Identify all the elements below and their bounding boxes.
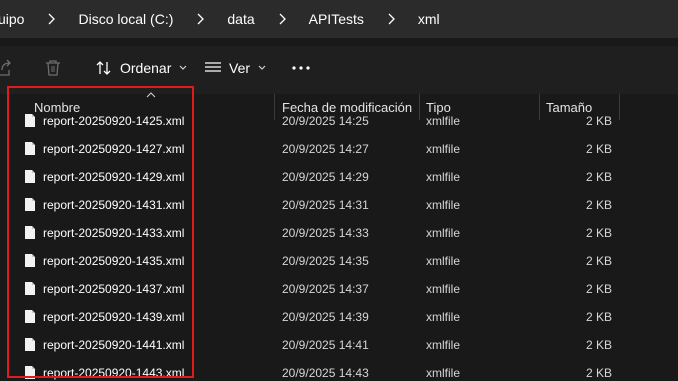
file-type: xmlfile [426,366,461,380]
view-label: Ver [229,60,251,76]
file-name: report-20250920-1437.xml [43,282,185,296]
file-name: report-20250920-1427.xml [43,142,185,156]
file-date: 20/9/2025 14:39 [282,310,369,324]
share-button[interactable] [0,59,12,77]
file-icon [25,198,35,211]
file-size: 2 KB [585,226,612,240]
delete-button[interactable] [45,59,61,77]
file-size: 2 KB [585,310,612,324]
chevron-right-icon[interactable] [46,13,56,25]
file-name: report-20250920-1431.xml [43,198,185,212]
breadcrumb-item-xml[interactable]: xml [416,11,442,27]
file-date: 20/9/2025 14:35 [282,254,369,268]
file-icon [25,338,35,351]
file-icon [25,170,35,183]
more-options-button[interactable] [292,66,310,70]
file-icon [25,142,35,155]
file-date: 20/9/2025 14:25 [282,114,369,128]
sort-ascending-icon [146,92,156,98]
file-row[interactable]: report-20250920-1431.xml 20/9/2025 14:31… [0,192,678,220]
chevron-right-icon[interactable] [386,13,396,25]
file-size: 2 KB [585,114,612,128]
sort-label: Ordenar [120,60,172,76]
file-type: xmlfile [426,310,461,324]
file-row[interactable]: report-20250920-1425.xml 20/9/2025 14:25… [0,110,678,136]
file-name: report-20250920-1441.xml [43,338,185,352]
file-icon [25,114,35,127]
file-type: xmlfile [426,282,461,296]
file-size: 2 KB [585,170,612,184]
file-size: 2 KB [585,198,612,212]
file-row[interactable]: report-20250920-1443.xml 20/9/2025 14:43… [0,360,678,381]
file-type: xmlfile [426,338,461,352]
chevron-down-icon [179,65,187,70]
file-type: xmlfile [426,226,461,240]
file-type: xmlfile [426,254,461,268]
file-date: 20/9/2025 14:41 [282,338,369,352]
file-date: 20/9/2025 14:31 [282,198,369,212]
chevron-right-icon[interactable] [195,13,205,25]
file-row[interactable]: report-20250920-1437.xml 20/9/2025 14:37… [0,276,678,304]
file-date: 20/9/2025 14:27 [282,142,369,156]
breadcrumb: uipo Disco local (C:) data APITests xml [0,0,678,38]
file-name: report-20250920-1435.xml [43,254,185,268]
view-button[interactable]: Ver [204,60,266,76]
file-type: xmlfile [426,170,461,184]
file-name: report-20250920-1429.xml [43,170,185,184]
file-size: 2 KB [585,254,612,268]
breadcrumb-item-disco-local[interactable]: Disco local (C:) [76,11,175,27]
file-list: report-20250920-1425.xml 20/9/2025 14:25… [0,110,678,381]
file-size: 2 KB [585,338,612,352]
file-name: report-20250920-1443.xml [43,366,185,380]
breadcrumb-item-equipo[interactable]: uipo [0,11,26,27]
command-bar: Ordenar Ver [0,46,678,94]
chevron-right-icon[interactable] [277,13,287,25]
file-row[interactable]: report-20250920-1427.xml 20/9/2025 14:27… [0,136,678,164]
file-date: 20/9/2025 14:29 [282,170,369,184]
file-type: xmlfile [426,114,461,128]
file-date: 20/9/2025 14:43 [282,366,369,380]
file-size: 2 KB [585,282,612,296]
file-type: xmlfile [426,142,461,156]
file-name: report-20250920-1425.xml [43,114,185,128]
sort-button[interactable]: Ordenar [96,60,187,76]
share-icon [0,59,11,76]
more-icon [292,66,310,70]
view-icon [205,62,221,72]
file-row[interactable]: report-20250920-1429.xml 20/9/2025 14:29… [0,164,678,192]
file-size: 2 KB [585,366,612,380]
file-icon [25,366,35,379]
delete-icon [46,60,60,76]
file-date: 20/9/2025 14:37 [282,282,369,296]
file-row[interactable]: report-20250920-1441.xml 20/9/2025 14:41… [0,332,678,360]
file-icon [25,282,35,295]
sort-icon [96,61,111,75]
file-icon [25,310,35,323]
file-name: report-20250920-1439.xml [43,310,185,324]
file-name: report-20250920-1433.xml [43,226,185,240]
file-row[interactable]: report-20250920-1433.xml 20/9/2025 14:33… [0,220,678,248]
file-icon [25,254,35,267]
file-type: xmlfile [426,198,461,212]
file-icon [25,226,35,239]
file-date: 20/9/2025 14:33 [282,226,369,240]
file-row[interactable]: report-20250920-1439.xml 20/9/2025 14:39… [0,304,678,332]
breadcrumb-item-apitests[interactable]: APITests [307,11,366,27]
chevron-down-icon [258,65,266,70]
breadcrumb-item-data[interactable]: data [225,11,256,27]
file-size: 2 KB [585,142,612,156]
file-row[interactable]: report-20250920-1435.xml 20/9/2025 14:35… [0,248,678,276]
